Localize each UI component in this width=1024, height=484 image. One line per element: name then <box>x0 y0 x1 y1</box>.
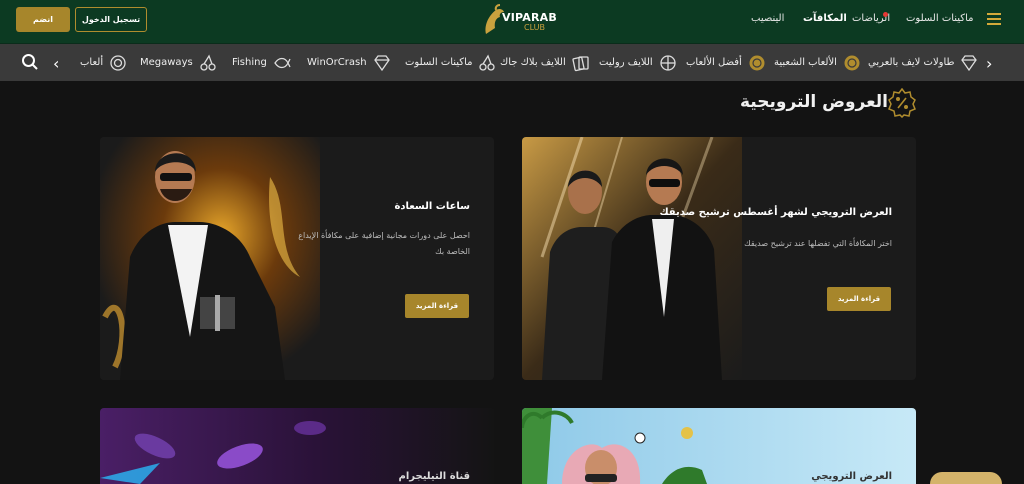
search-icon[interactable] <box>21 53 39 71</box>
diamond-icon <box>373 54 390 71</box>
notification-dot <box>883 12 888 17</box>
category-winorcrash[interactable]: WinOrCrash <box>307 44 391 81</box>
roulette-icon <box>110 54 126 71</box>
category-top-games[interactable]: أفضل الألعاب <box>686 44 766 81</box>
coin-icon <box>749 55 765 70</box>
scroll-left-icon[interactable]: ‹ <box>53 54 59 73</box>
diamond-icon <box>961 54 978 71</box>
category-games[interactable]: ألعاب <box>80 44 127 81</box>
category-bar: ‹ ألعاب Megaways Fishing WinOrCrash ماكي… <box>0 44 1024 81</box>
logo-subtext: CLUB <box>524 23 545 32</box>
category-fishing[interactable]: Fishing <box>232 44 291 81</box>
fish-icon <box>274 57 291 68</box>
promo-description: احصل على دورات مجانية إضافية على مكافأة … <box>298 231 470 256</box>
nav-slots[interactable]: ماكينات السلوت <box>906 13 973 24</box>
cards-icon <box>572 55 589 71</box>
join-button[interactable]: انضم <box>16 7 70 32</box>
promo-title: ساعات السعادة <box>394 201 471 212</box>
nav-bonuses[interactable]: المكافآت <box>803 13 847 24</box>
read-more-button[interactable]: قراءة المزيد <box>405 294 469 318</box>
category-slots[interactable]: ماكينات السلوت <box>405 44 496 81</box>
promo-card-telegram[interactable]: قناة التيليجرام <box>100 408 494 484</box>
promo-card-happy-hours[interactable]: ساعات السعادة احصل على دورات مجانية إضاف… <box>100 137 494 380</box>
read-more-button[interactable]: قراءة المزيد <box>827 287 891 311</box>
chat-widget-button[interactable] <box>930 472 1002 484</box>
promo-title: العرض الترويجي لشهر أغسطس ترشيح صديقك <box>659 207 892 218</box>
roulette-icon <box>660 54 676 71</box>
promo-two-men-image <box>522 137 742 380</box>
login-button[interactable]: تسجيل الدخول <box>75 7 147 32</box>
cherries-icon <box>479 54 496 71</box>
promo-description: اختر المكافأة التي تفضلها عند ترشيح صديق… <box>744 239 892 248</box>
coin-icon <box>844 55 860 70</box>
promo-card-beach[interactable]: العرض الترويجي <box>522 408 916 484</box>
promo-title: العرض الترويجي <box>811 471 892 482</box>
category-live-arabic-tables[interactable]: طاولات لايف بالعربي <box>868 44 978 81</box>
scroll-right-icon[interactable]: › <box>986 54 992 73</box>
discount-percent-icon <box>888 88 916 118</box>
promo-title: قناة التيليجرام <box>398 471 470 482</box>
promo-man-with-gift-image <box>100 137 320 380</box>
menu-icon[interactable] <box>987 13 1001 25</box>
top-header: انضم تسجيل الدخول VIPARAB CLUB الينصيب ا… <box>0 0 1024 44</box>
promo-card-referral[interactable]: العرض الترويجي لشهر أغسطس ترشيح صديقك اخ… <box>522 137 916 380</box>
page-title: العروض الترويجية <box>740 92 888 112</box>
nav-lottery[interactable]: الينصيب <box>751 13 784 24</box>
viparab-logo[interactable]: VIPARAB CLUB <box>482 3 557 39</box>
category-live-roulette[interactable]: اللايف روليت <box>599 44 677 81</box>
category-popular-games[interactable]: الألعاب الشعبية <box>774 44 861 81</box>
cherries-icon <box>200 54 216 71</box>
category-megaways[interactable]: Megaways <box>140 44 217 81</box>
category-live-blackjack[interactable]: اللايف بلاك جاك <box>500 44 590 81</box>
